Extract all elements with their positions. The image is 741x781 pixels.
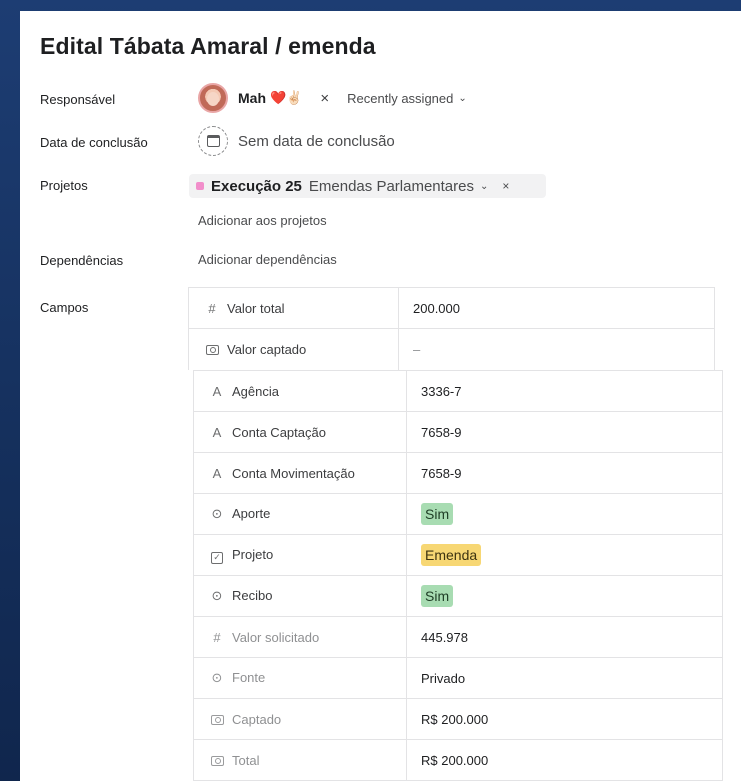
assignee-label: Responsável [40, 92, 116, 107]
due-date-label: Data de conclusão [40, 135, 148, 150]
remove-assignee-button[interactable]: × [320, 90, 329, 107]
field-value[interactable]: R$ 200.000 [421, 753, 488, 768]
field-name: Valor solicitado [232, 629, 320, 645]
field-name-cell: ⊙ Aporte [193, 493, 407, 535]
field-name-cell: # Valor total [188, 287, 399, 329]
table-row: ✓ Projeto Emenda [193, 534, 723, 576]
remove-project-button[interactable]: × [502, 179, 509, 193]
field-value-cell[interactable]: Emenda [406, 534, 723, 576]
table-row: # Valor solicitado 445.978 [193, 616, 723, 658]
field-name: Conta Movimentação [232, 465, 355, 481]
text-icon: A [212, 424, 222, 440]
task-title[interactable]: Edital Tábata Amaral / emenda [40, 33, 376, 60]
table-row: A Conta Movimentação 7658-9 [193, 452, 723, 494]
table-row: ⊙ Recibo Sim [193, 575, 723, 617]
field-name-cell: ✓ Projeto [193, 534, 407, 576]
field-value-cell[interactable]: 7658-9 [406, 452, 723, 494]
field-name-cell: A Conta Movimentação [193, 452, 407, 494]
table-row: Valor captado – [188, 328, 715, 370]
field-name: Projeto [232, 546, 274, 562]
text-icon: A [212, 383, 222, 399]
project-color-dot [196, 182, 204, 190]
dropdown-circle-icon: ⊙ [211, 670, 223, 685]
text-icon: A [212, 465, 222, 481]
dependencies-label: Dependências [40, 253, 124, 268]
field-value[interactable]: Privado [421, 671, 465, 686]
add-dependencies-link[interactable]: Adicionar dependências [198, 252, 337, 267]
avatar[interactable] [198, 83, 228, 113]
field-value-cell[interactable]: Sim [406, 575, 723, 617]
field-value-cell[interactable]: 3336-7 [406, 370, 723, 412]
number-icon: # [213, 629, 221, 645]
field-name-cell: # Valor solicitado [193, 616, 407, 658]
field-name-cell: Captado [193, 698, 407, 740]
field-value[interactable]: 7658-9 [421, 425, 461, 440]
dropdown-circle-icon: ⊙ [211, 588, 223, 603]
table-row: ⊙ Aporte Sim [193, 493, 723, 535]
field-value[interactable]: 7658-9 [421, 466, 461, 481]
field-name-cell: Valor captado [188, 328, 399, 370]
field-badge[interactable]: Emenda [421, 544, 482, 566]
field-name: Valor captado [227, 341, 307, 357]
field-value-cell[interactable]: – [398, 328, 715, 370]
dropdown-circle-icon: ⊙ [211, 506, 223, 521]
field-value-cell[interactable]: 200.000 [398, 287, 715, 329]
field-value-cell[interactable]: Privado [406, 657, 723, 699]
field-value-cell[interactable]: R$ 200.000 [406, 739, 723, 781]
field-value-cell[interactable]: Sim [406, 493, 723, 535]
due-date-value[interactable]: Sem data de conclusão [238, 133, 395, 150]
custom-fields-table-bottom: A Agência 3336-7 A Conta Captação 7658-9 A… [193, 370, 723, 781]
table-row: ⊙ Fonte Privado [193, 657, 723, 699]
table-row: A Agência 3336-7 [193, 370, 723, 412]
money-icon [203, 342, 221, 357]
field-value[interactable]: R$ 200.000 [421, 712, 488, 727]
due-date-row[interactable]: Sem data de conclusão [198, 126, 395, 156]
field-name: Total [232, 752, 260, 768]
assignee-name[interactable]: Mah [238, 90, 266, 106]
chevron-down-icon[interactable]: ⌄ [480, 181, 488, 192]
assignee-row: Mah ❤️✌🏻 × Recently assigned ⌄ [198, 83, 467, 113]
table-row: Captado R$ 200.000 [193, 698, 723, 740]
field-badge[interactable]: Sim [421, 503, 454, 525]
checkbox-icon: ✓ [208, 547, 226, 564]
money-icon [208, 753, 226, 768]
field-name: Valor total [227, 300, 285, 316]
field-name: Recibo [232, 588, 273, 603]
field-value[interactable]: 3336-7 [421, 384, 461, 399]
project-name[interactable]: Execução 25 [211, 178, 302, 195]
project-chip[interactable]: Execução 25 Emendas Parlamentares ⌄ × [189, 174, 546, 198]
field-name-cell: ⊙ Fonte [193, 657, 407, 699]
recently-assigned-dropdown[interactable]: Recently assigned [347, 91, 453, 106]
custom-fields-table-top: # Valor total 200.000 Valor captado – [188, 287, 715, 370]
table-row: # Valor total 200.000 [188, 287, 715, 329]
field-badge[interactable]: Sim [421, 585, 454, 607]
field-name: Aporte [232, 506, 271, 521]
project-section[interactable]: Emendas Parlamentares [309, 178, 474, 195]
field-value-cell[interactable]: R$ 200.000 [406, 698, 723, 740]
field-name: Captado [232, 711, 282, 727]
field-value[interactable]: – [413, 342, 420, 357]
field-name-cell: Total [193, 739, 407, 781]
table-row: A Conta Captação 7658-9 [193, 411, 723, 453]
field-name: Fonte [232, 670, 266, 685]
field-value-cell[interactable]: 445.978 [406, 616, 723, 658]
field-value[interactable]: 445.978 [421, 630, 468, 645]
field-value-cell[interactable]: 7658-9 [406, 411, 723, 453]
table-row: Total R$ 200.000 [193, 739, 723, 781]
field-value[interactable]: 200.000 [413, 301, 460, 316]
projects-label: Projetos [40, 178, 88, 193]
field-name-cell: A Conta Captação [193, 411, 407, 453]
calendar-icon[interactable] [198, 126, 228, 156]
field-name: Agência [232, 383, 279, 399]
field-name-cell: ⊙ Recibo [193, 575, 407, 617]
field-name: Conta Captação [232, 424, 326, 440]
number-icon: # [208, 300, 216, 316]
add-to-projects-link[interactable]: Adicionar aos projetos [198, 213, 327, 228]
fields-label: Campos [40, 300, 89, 315]
assignee-emoji: ❤️✌🏻 [270, 90, 303, 105]
field-name-cell: A Agência [193, 370, 407, 412]
chevron-down-icon: ⌄ [458, 92, 467, 104]
money-icon [208, 712, 226, 727]
